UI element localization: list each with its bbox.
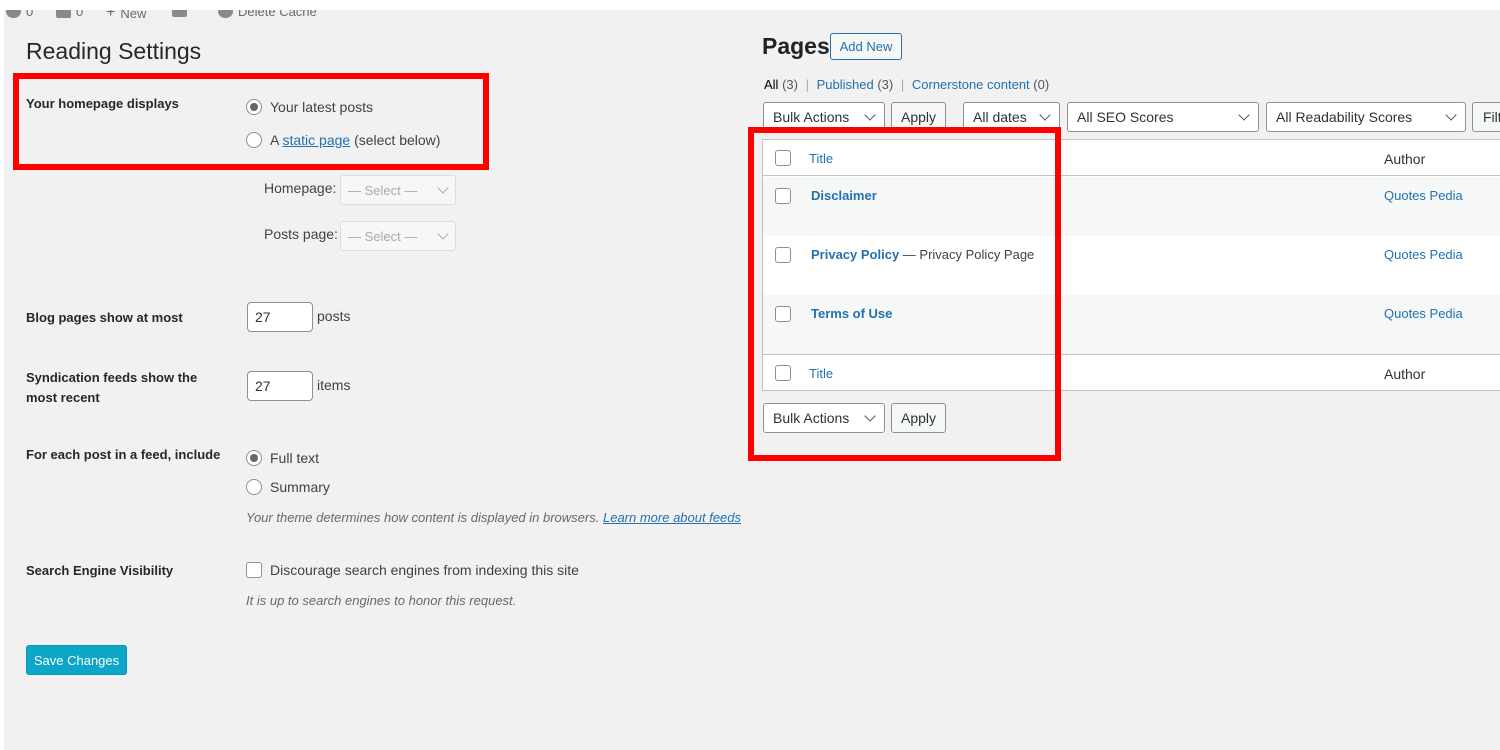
add-new-button[interactable]: Add New — [830, 33, 902, 60]
posts-page-select: — Select — — [340, 221, 456, 251]
chevron-down-icon — [1238, 109, 1250, 121]
discourage-search-checkbox[interactable] — [246, 562, 262, 578]
pages-top-strip — [750, 0, 1500, 10]
column-author-footer: Author — [1384, 366, 1426, 382]
seo-score-select[interactable]: All SEO Scores — [1067, 102, 1259, 132]
delete-cache-item[interactable]: Delete Cache — [218, 10, 317, 19]
syndication-label: Syndication feeds show the most recent — [26, 370, 198, 405]
readability-score-select[interactable]: All Readability Scores — [1266, 102, 1466, 132]
summary-option[interactable]: Summary — [246, 479, 330, 495]
chevron-down-icon — [1039, 109, 1051, 121]
chevron-down-icon — [864, 109, 876, 121]
chevron-down-icon — [437, 228, 449, 240]
feed-content-label: For each post in a feed, include — [26, 447, 221, 462]
feed-description: Your theme determines how content is dis… — [246, 510, 742, 525]
posts-page-select-label: Posts page: — [264, 226, 338, 242]
filter-cornerstone[interactable]: Cornerstone content — [912, 77, 1030, 92]
chevron-down-icon — [1445, 109, 1457, 121]
new-content-item[interactable]: + New — [106, 10, 146, 22]
filter-published[interactable]: Published — [817, 77, 874, 92]
homepage-select-label: Homepage: — [264, 180, 337, 196]
admin-bar: 0 0 + New Delete Cache — [4, 10, 750, 26]
chevron-down-icon — [437, 182, 449, 194]
updates-icon — [6, 10, 21, 18]
page-title: Reading Settings — [26, 38, 202, 64]
annotation-box-homepage — [13, 73, 489, 170]
filter-all[interactable]: All — [764, 77, 778, 92]
full-text-radio[interactable] — [246, 450, 262, 466]
row-author-link[interactable]: Quotes Pedia — [1384, 188, 1463, 203]
syndication-unit: items — [317, 377, 351, 393]
yoast-icon — [172, 10, 187, 17]
learn-more-feeds-link[interactable]: Learn more about feeds — [603, 510, 741, 525]
filter-button[interactable]: Filter — [1472, 102, 1500, 132]
annotation-box-pages — [748, 127, 1061, 461]
discourage-search-option[interactable]: Discourage search engines from indexing … — [246, 562, 579, 578]
column-author-header: Author — [1384, 151, 1426, 167]
search-visibility-label: Search Engine Visibility — [26, 563, 174, 578]
full-text-option[interactable]: Full text — [246, 450, 319, 466]
comments-item[interactable]: 0 — [56, 10, 83, 19]
blog-pages-unit: posts — [317, 308, 351, 324]
summary-radio[interactable] — [246, 479, 262, 495]
save-changes-button[interactable]: Save Changes — [26, 645, 127, 675]
status-filters: All (3) | Published (3) | Cornerstone co… — [764, 77, 1050, 92]
row-author-link[interactable]: Quotes Pedia — [1384, 306, 1463, 321]
cache-icon — [218, 10, 233, 18]
plus-icon: + — [106, 10, 116, 21]
homepage-select: — Select — — [340, 175, 456, 205]
comments-icon — [56, 10, 71, 18]
search-visibility-description: It is up to search engines to honor this… — [246, 593, 517, 608]
yoast-item[interactable] — [172, 10, 187, 17]
updates-item[interactable]: 0 — [6, 10, 33, 19]
pages-title: Pages — [762, 33, 830, 59]
syndication-input[interactable]: 27 — [247, 371, 313, 401]
blog-pages-input[interactable]: 27 — [247, 302, 313, 332]
row-author-link[interactable]: Quotes Pedia — [1384, 247, 1463, 262]
blog-pages-label: Blog pages show at most — [26, 310, 183, 325]
